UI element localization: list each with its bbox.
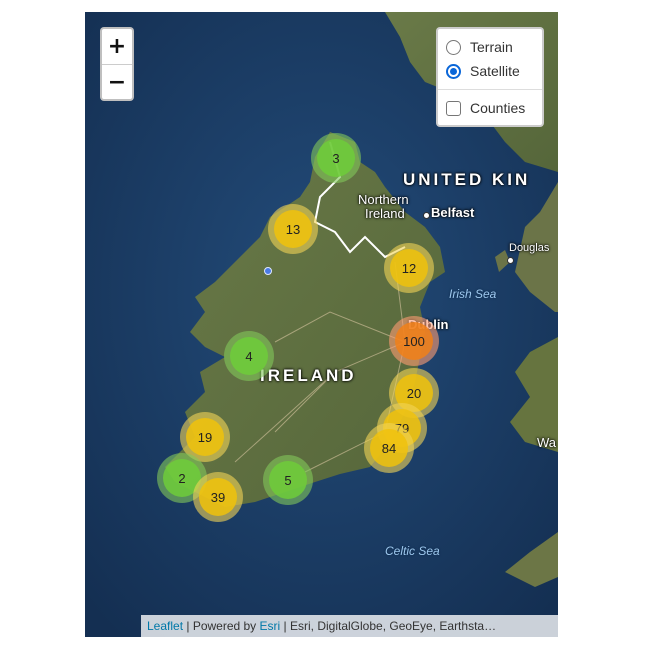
cluster-marker[interactable]: 84 [364, 423, 414, 473]
map-container[interactable]: UNITED KIN Northern Ireland Belfast Doug… [85, 12, 558, 637]
satellite-label: Satellite [470, 63, 520, 79]
layer-control: Terrain Satellite Counties [436, 27, 544, 127]
layer-option-satellite[interactable]: Satellite [446, 59, 534, 83]
cluster-count: 5 [269, 461, 307, 499]
cluster-marker[interactable]: 12 [384, 243, 434, 293]
cluster-count: 39 [199, 478, 237, 516]
belfast-dot [423, 212, 430, 219]
zoom-control: + − [100, 27, 134, 101]
cluster-marker[interactable]: 3 [311, 133, 361, 183]
zoom-in-button[interactable]: + [102, 29, 132, 65]
cluster-marker[interactable]: 39 [193, 472, 243, 522]
cluster-marker[interactable]: 4 [224, 331, 274, 381]
counties-label: Counties [470, 100, 526, 116]
satellite-radio[interactable] [446, 63, 461, 79]
layer-separator [438, 89, 542, 90]
attribution-separator: | Powered by [183, 619, 260, 633]
cluster-count: 4 [230, 337, 268, 375]
cluster-count: 100 [395, 322, 433, 360]
zoom-out-button[interactable]: − [102, 65, 132, 99]
counties-checkbox[interactable] [446, 100, 461, 116]
cluster-count: 3 [317, 139, 355, 177]
attribution-bar: Leaflet | Powered by Esri | Esri, Digita… [141, 615, 558, 637]
layer-option-terrain[interactable]: Terrain [446, 35, 534, 59]
terrain-label: Terrain [470, 39, 513, 55]
terrain-radio[interactable] [446, 39, 461, 55]
overlay-option-counties[interactable]: Counties [446, 96, 534, 120]
cluster-count: 12 [390, 249, 428, 287]
location-marker[interactable] [264, 267, 272, 275]
cluster-marker[interactable]: 13 [268, 204, 318, 254]
cluster-count: 19 [186, 418, 224, 456]
cluster-marker[interactable]: 100 [389, 316, 439, 366]
esri-link[interactable]: Esri [260, 619, 281, 633]
cluster-count: 13 [274, 210, 312, 248]
leaflet-link[interactable]: Leaflet [147, 619, 183, 633]
cluster-marker[interactable]: 5 [263, 455, 313, 505]
attribution-sources: | Esri, DigitalGlobe, GeoEye, Earthsta… [280, 619, 497, 633]
cluster-count: 84 [370, 429, 408, 467]
douglas-dot [507, 257, 514, 264]
